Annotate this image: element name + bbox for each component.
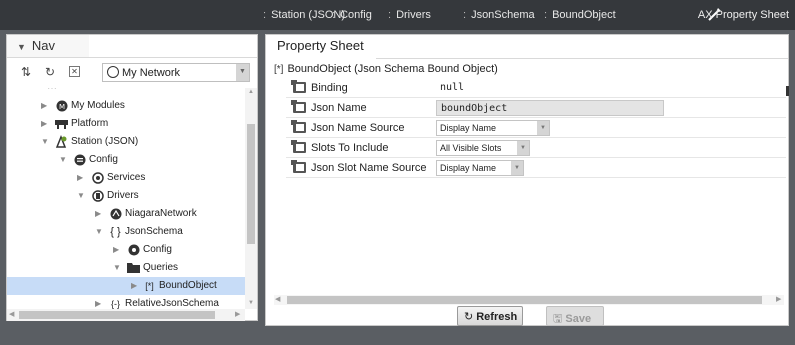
chevron-right-icon[interactable]: ▶ (41, 119, 47, 128)
refresh-button[interactable]: ↻ Refresh (457, 306, 523, 326)
slots-to-include-select[interactable]: All Visible Slots ▼ (436, 140, 530, 156)
breadcrumb-boundobject[interactable]: : BoundObject (544, 9, 616, 21)
tree-item-bound-object[interactable]: ▶ [*] BoundObject (7, 277, 245, 295)
chevron-down-icon[interactable]: ▼ (17, 42, 26, 52)
svg-text:M: M (58, 103, 64, 111)
scroll-right-icon[interactable]: ▶ (235, 310, 240, 318)
chevron-down-icon[interactable]: ▼ (511, 161, 523, 175)
save-icon: 🖫 (553, 313, 563, 325)
tree-item-station[interactable]: ▼ Station (JSON) (7, 133, 245, 151)
slot-icon (291, 80, 306, 93)
scroll-thumb[interactable] (287, 296, 762, 304)
scroll-down-icon[interactable]: ▼ (248, 300, 254, 306)
scroll-left-icon[interactable]: ◀ (275, 295, 280, 303)
property-row-slots-to-include[interactable]: Slots To Include All Visible Slots ▼ (286, 138, 786, 158)
json-slot-name-source-select[interactable]: Display Name ▼ (436, 160, 524, 176)
slot-icon (291, 140, 306, 153)
scroll-right-icon[interactable]: ▶ (776, 295, 781, 303)
property-row-json-name[interactable]: Json Name boundObject (286, 98, 786, 118)
drivers-icon (91, 189, 104, 202)
chevron-down-icon[interactable]: ▼ (95, 227, 103, 236)
sync-tree-icon[interactable]: ⇅ (19, 65, 33, 79)
niagara-network-icon (109, 207, 122, 220)
property-row-binding[interactable]: Binding null (286, 78, 786, 98)
globe-icon (107, 66, 119, 78)
slot-icon (291, 100, 306, 113)
tree-item-config[interactable]: ▼ Config (7, 151, 245, 169)
chevron-down-icon[interactable]: ▼ (113, 263, 121, 272)
binding-value: null (440, 82, 465, 93)
tree-item-drivers[interactable]: ▼ Drivers (7, 187, 245, 205)
tree-item-platform[interactable]: ▶ Platform (7, 115, 245, 133)
refresh-icon: ↻ (464, 311, 474, 323)
nav-tree: ⋯ ▶ M My Modules ▶ Platform ▼ Station (J… (7, 88, 245, 309)
chevron-right-icon[interactable]: ▶ (113, 245, 119, 254)
tree-item-json-schema[interactable]: ▼ { } JsonSchema (7, 223, 245, 241)
folder-icon (127, 261, 140, 274)
config-icon (73, 153, 86, 166)
property-name: Json Name Source (311, 122, 405, 134)
chevron-down-icon[interactable]: ▼ (517, 141, 529, 155)
breadcrumb-config[interactable]: : Config (332, 9, 372, 21)
scroll-left-icon[interactable]: ◀ (9, 310, 14, 318)
chevron-right-icon[interactable]: ▶ (77, 173, 83, 182)
chevron-down-icon[interactable]: ▼ (236, 64, 249, 81)
property-sheet-panel: Property Sheet [*] BoundObject (Json Sche… (265, 34, 789, 326)
row-marker (786, 86, 789, 96)
tab-property-sheet[interactable]: Property Sheet (266, 35, 376, 59)
nav-vertical-scrollbar[interactable]: ▲ ▼ (245, 88, 257, 309)
breadcrumb-jsonschema[interactable]: : JsonSchema (463, 9, 535, 21)
property-name: Json Name (311, 102, 367, 114)
network-select[interactable]: My Network ▼ (102, 63, 250, 82)
property-sheet-horizontal-scrollbar[interactable]: ◀ ▶ (274, 295, 784, 305)
scroll-thumb[interactable] (247, 124, 255, 244)
property-row-json-slot-name-source[interactable]: Json Slot Name Source Display Name ▼ (286, 158, 786, 178)
nav-panel: ▼ Nav ⇅ ↻ ✕ My Network ▼ ⋯ ▶ M My Modules… (6, 34, 258, 321)
tree-item-schema-config[interactable]: ▶ Config (7, 241, 245, 259)
refresh-icon[interactable]: ↻ (43, 65, 57, 79)
tree-item-my-modules[interactable]: ▶ M My Modules (7, 97, 245, 115)
json-name-source-select[interactable]: Display Name ▼ (436, 120, 550, 136)
bound-object-icon: [*] (274, 64, 284, 75)
slot-icon (291, 120, 306, 133)
chevron-down-icon[interactable]: ▼ (41, 137, 49, 146)
nav-horizontal-scrollbar[interactable]: ◀ ▶ (7, 309, 245, 321)
chevron-right-icon[interactable]: ▶ (95, 299, 101, 308)
property-name: Binding (311, 82, 348, 94)
chevron-down-icon[interactable]: ▼ (59, 155, 67, 164)
bound-object-icon: [*] (145, 280, 154, 291)
slot-icon (291, 160, 306, 173)
breadcrumb-bar: : Station (JSON) : Config : Drivers : JsonSc… (0, 0, 795, 30)
save-button[interactable]: 🖫 Save (546, 306, 604, 326)
tree-item-queries[interactable]: ▼ Queries (7, 259, 245, 277)
tree-item-services[interactable]: ▶ Services (7, 169, 245, 187)
scroll-thumb[interactable] (19, 311, 215, 319)
chevron-right-icon[interactable]: ▶ (41, 101, 47, 110)
station-icon (55, 135, 68, 148)
platform-icon (55, 117, 68, 130)
property-name: Json Slot Name Source (311, 162, 427, 174)
json-schema-icon: { } (110, 225, 121, 238)
json-name-field[interactable]: boundObject (436, 100, 664, 116)
nav-tab[interactable]: ▼ Nav (7, 35, 89, 58)
services-icon (91, 171, 104, 184)
breadcrumb-drivers[interactable]: : Drivers (388, 9, 431, 21)
chevron-right-icon[interactable]: ▶ (95, 209, 101, 218)
chevron-down-icon[interactable]: ▼ (537, 121, 549, 135)
tree-item-niagara-network[interactable]: ▶ NiagaraNetwork (7, 205, 245, 223)
gear-icon (127, 243, 140, 256)
relative-schema-icon: {-} (110, 298, 120, 309)
chevron-down-icon[interactable]: ▼ (77, 191, 85, 200)
tree-item-relative-json-schema[interactable]: ▶ {-} RelativeJsonSchema (7, 295, 245, 309)
modules-icon: M (55, 99, 68, 112)
object-title: [*] BoundObject (Json Schema Bound Object… (274, 63, 498, 75)
chevron-right-icon[interactable]: ▶ (131, 281, 137, 290)
close-icon[interactable]: ✕ (69, 66, 80, 77)
property-row-json-name-source[interactable]: Json Name Source Display Name ▼ (286, 118, 786, 138)
scroll-up-icon[interactable]: ▲ (248, 89, 254, 95)
property-name: Slots To Include (311, 142, 389, 154)
view-selector[interactable]: AX Property Sheet (698, 9, 789, 21)
nav-toolbar: ⇅ ↻ ✕ My Network ▼ (7, 59, 257, 87)
